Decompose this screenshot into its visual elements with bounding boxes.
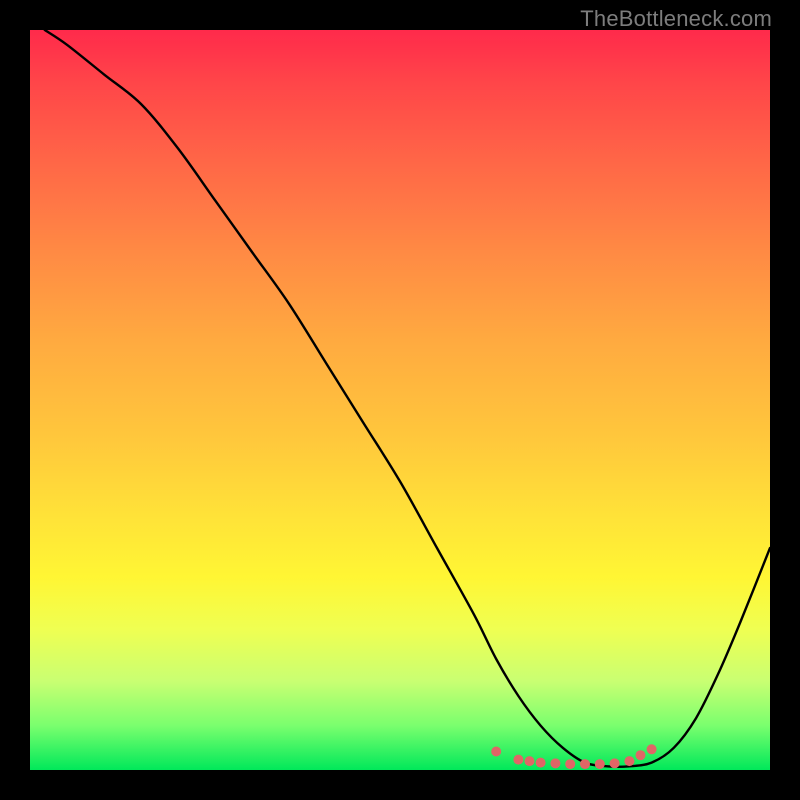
bottleneck-curve-svg xyxy=(30,30,770,770)
optimal-zone-dot xyxy=(624,756,634,766)
bottleneck-curve xyxy=(45,30,770,767)
optimal-zone-dot xyxy=(513,755,523,765)
optimal-zone-dot xyxy=(636,750,646,760)
optimal-zone-dot xyxy=(610,758,620,768)
optimal-zone-dot xyxy=(580,759,590,769)
optimal-zone-dot xyxy=(647,744,657,754)
optimal-zone-dot xyxy=(525,756,535,766)
watermark-text: TheBottleneck.com xyxy=(580,6,772,32)
optimal-zone-dot xyxy=(536,758,546,768)
optimal-zone-dot xyxy=(565,759,575,769)
chart-plot-area xyxy=(30,30,770,770)
optimal-zone-dot xyxy=(550,758,560,768)
optimal-zone-dot xyxy=(595,759,605,769)
optimal-zone-dot xyxy=(491,747,501,757)
